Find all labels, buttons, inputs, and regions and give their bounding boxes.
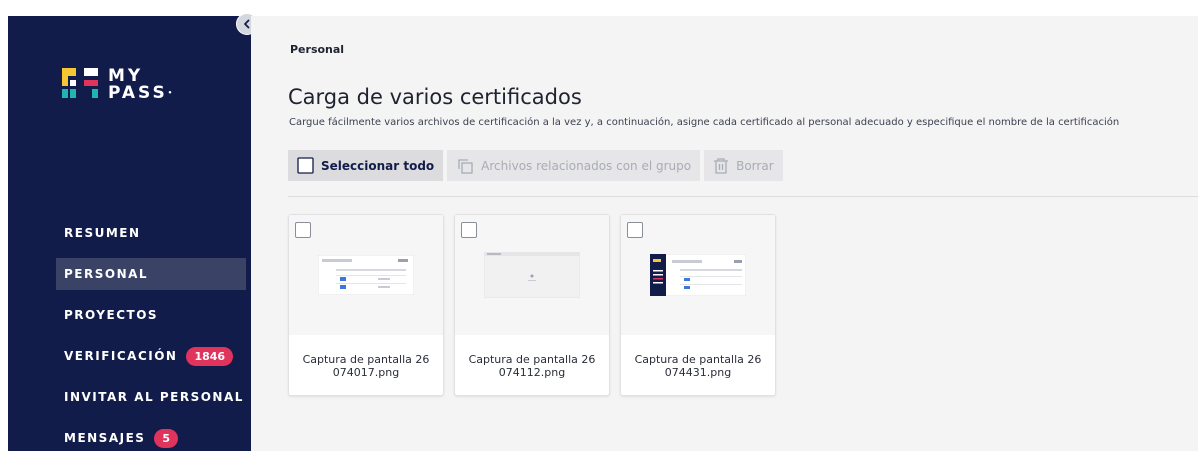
file-thumbnail — [455, 215, 609, 335]
sidebar-item-label: INVITAR AL PERSONAL — [64, 390, 244, 404]
sidebar-item-label: MENSAJES — [64, 431, 146, 445]
file-name: Captura de pantalla 26 074112.png — [468, 353, 596, 379]
file-grid: Captura de pantalla 26 074017.png Captur… — [288, 214, 786, 396]
sidebar-item-personal[interactable]: PERSONAL — [56, 258, 246, 290]
checkbox-icon — [297, 157, 314, 174]
breadcrumb[interactable]: Personal — [290, 43, 344, 56]
sidebar-item-mensajes[interactable]: MENSAJES 5 — [56, 422, 246, 454]
sidebar-item-label: VERIFICACIÓN — [64, 349, 178, 363]
sidebar: MY PASS• RESUMEN PERSONAL PROYECTOS VERI… — [8, 16, 251, 451]
sidebar-item-label: PROYECTOS — [64, 308, 159, 322]
toolbar: Seleccionar todo Archivos relacionados c… — [288, 150, 787, 181]
sidebar-item-proyectos[interactable]: PROYECTOS — [56, 299, 246, 331]
file-thumbnail — [289, 215, 443, 335]
messages-count-badge: 5 — [154, 428, 179, 448]
sidebar-item-invitar-al-personal[interactable]: INVITAR AL PERSONAL — [56, 381, 246, 413]
file-card[interactable]: Captura de pantalla 26 074112.png — [454, 214, 610, 396]
logo-mark-icon — [62, 68, 98, 98]
file-name: Captura de pantalla 26 074017.png — [302, 353, 430, 379]
verification-count-badge: 1846 — [186, 346, 234, 366]
select-all-button[interactable]: Seleccionar todo — [288, 150, 444, 181]
file-card[interactable]: Captura de pantalla 26 074017.png — [288, 214, 444, 396]
file-thumbnail — [621, 215, 775, 335]
copy-icon — [456, 157, 474, 175]
group-files-label: Archivos relacionados con el grupo — [481, 158, 692, 173]
file-card[interactable]: Captura de pantalla 26 074431.png — [620, 214, 776, 396]
divider — [288, 196, 1198, 197]
sidebar-item-verificacion[interactable]: VERIFICACIÓN 1846 — [56, 340, 246, 372]
delete-label: Borrar — [736, 158, 774, 173]
trash-icon — [713, 157, 729, 175]
logo-text: MY PASS• — [108, 66, 173, 103]
page-subtitle: Cargue fácilmente varios archivos de cer… — [289, 117, 1120, 128]
sidebar-item-label: PERSONAL — [64, 267, 149, 281]
file-select-checkbox[interactable] — [627, 222, 643, 238]
file-select-checkbox[interactable] — [461, 222, 477, 238]
sidebar-item-resumen[interactable]: RESUMEN — [56, 217, 246, 249]
delete-button[interactable]: Borrar — [704, 150, 783, 181]
file-name: Captura de pantalla 26 074431.png — [634, 353, 762, 379]
file-select-checkbox[interactable] — [295, 222, 311, 238]
group-files-button[interactable]: Archivos relacionados con el grupo — [447, 150, 701, 181]
page-title: Carga de varios certificados — [288, 85, 582, 109]
select-all-label: Seleccionar todo — [321, 158, 435, 173]
sidebar-nav: RESUMEN PERSONAL PROYECTOS VERIFICACIÓN … — [56, 217, 246, 463]
main-content: Personal Carga de varios certificados Ca… — [251, 16, 1198, 451]
mypass-logo[interactable]: MY PASS• — [62, 68, 172, 102]
sidebar-item-label: RESUMEN — [64, 226, 141, 240]
